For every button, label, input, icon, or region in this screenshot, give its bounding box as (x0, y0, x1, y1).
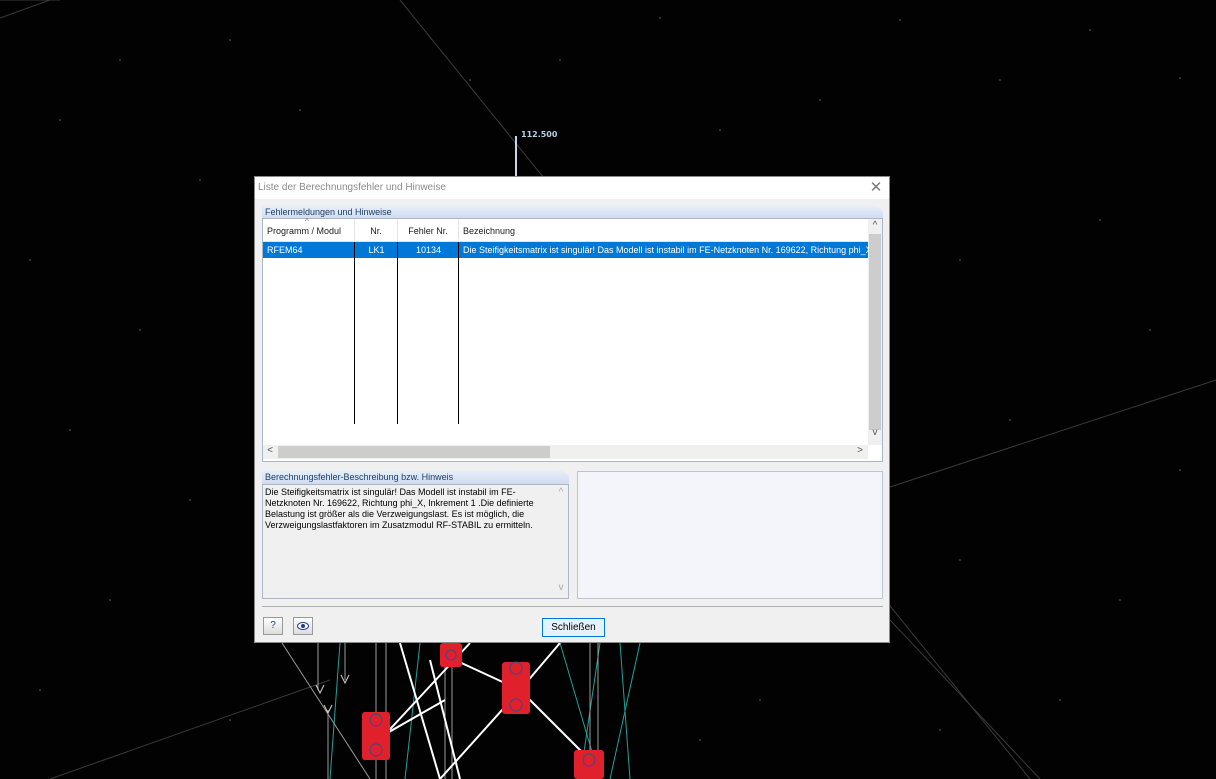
dialog-titlebar[interactable]: Liste der Berechnungsfehler und Hinweise… (255, 177, 889, 199)
horizontal-scrollbar[interactable]: < > (263, 445, 868, 459)
help-button[interactable]: ? (263, 617, 283, 635)
structure-model (281, 642, 641, 779)
cell-error-nr: 10134 (415, 245, 442, 255)
vertical-scroll-thumb[interactable] (869, 234, 881, 430)
scroll-down-icon[interactable]: v (868, 427, 882, 438)
column-label-error-nr: Fehler Nr. (408, 226, 448, 236)
scroll-right-icon[interactable]: > (853, 445, 867, 456)
close-icon[interactable]: ✕ (867, 179, 885, 197)
eye-icon (297, 622, 309, 630)
sort-ascending-icon: ^ (305, 217, 309, 226)
error-list-dialog: Liste der Berechnungsfehler und Hinweise… (254, 176, 890, 643)
description-scrollbar[interactable]: ^ v (555, 486, 567, 597)
column-divider (397, 242, 398, 424)
column-label-description: Bezeichnung (463, 226, 516, 236)
footer-separator (262, 606, 883, 607)
vertical-scrollbar[interactable]: ^ v (868, 219, 882, 445)
scroll-up-icon[interactable]: ^ (555, 487, 567, 498)
column-divider (354, 242, 355, 424)
info-panel (577, 471, 883, 599)
help-icon: ? (270, 620, 276, 631)
error-list[interactable]: ^ Programm / Modul Nr. Fehler Nr. Bezeic… (262, 218, 883, 462)
description-text-area[interactable]: Die Steifigkeitsmatrix ist singulär! Das… (262, 484, 569, 599)
close-button[interactable]: Schließen (542, 618, 605, 637)
horizontal-scroll-thumb[interactable] (278, 446, 550, 458)
column-header-program[interactable]: ^ Programm / Modul (263, 217, 355, 241)
cell-description: Die Steifigkeitsmatrix ist singulär! Das… (463, 245, 868, 255)
scroll-down-icon[interactable]: v (555, 582, 567, 593)
column-label-program: Programm / Modul (267, 226, 342, 236)
column-header-error-nr[interactable]: Fehler Nr. (398, 219, 459, 241)
scroll-up-icon[interactable]: ^ (868, 220, 882, 231)
column-header-description[interactable]: Bezeichnung (459, 219, 868, 241)
cell-program: RFEM64 (267, 245, 303, 255)
view-button[interactable] (293, 617, 313, 635)
dialog-title: Liste der Berechnungsfehler und Hinweise (258, 182, 446, 193)
column-header-nr[interactable]: Nr. (355, 219, 398, 241)
elevation-label: 112.500 (521, 130, 558, 139)
description-group-header: Berechnungsfehler-Beschreibung bzw. Hinw… (262, 471, 569, 484)
cell-nr: LK1 (368, 245, 385, 255)
column-divider (458, 242, 459, 424)
column-label-nr: Nr. (370, 226, 382, 236)
list-header: ^ Programm / Modul Nr. Fehler Nr. Bezeic… (263, 217, 868, 242)
scroll-left-icon[interactable]: < (263, 445, 277, 456)
description-text: Die Steifigkeitsmatrix ist singulär! Das… (265, 487, 534, 530)
